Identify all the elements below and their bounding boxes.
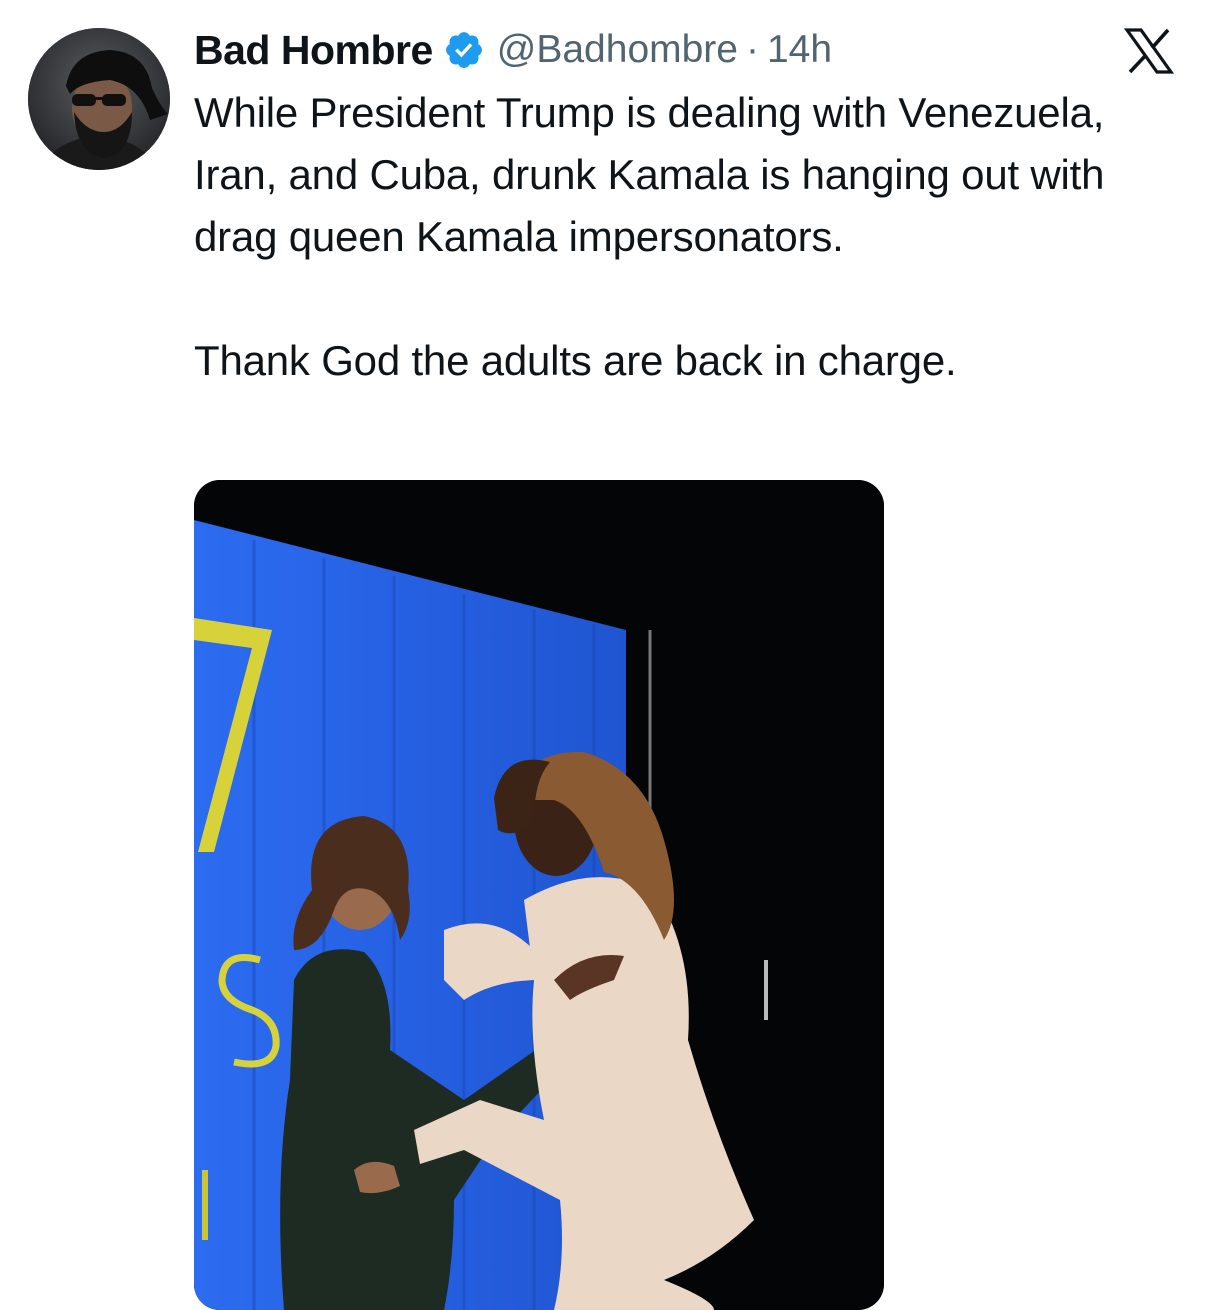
tweet-text-paragraph: Thank God the adults are back in charge. xyxy=(194,337,957,384)
tweet-body: While President Trump is dealing with Ve… xyxy=(194,82,1184,392)
x-logo-icon[interactable] xyxy=(1124,28,1174,74)
avatar-photo xyxy=(28,28,170,170)
author-handle[interactable]: @Badhombre xyxy=(497,28,738,72)
author-display-name[interactable]: Bad Hombre xyxy=(194,27,433,74)
author-avatar[interactable] xyxy=(28,28,170,170)
video-still-image xyxy=(194,480,884,1310)
tweet-media-video[interactable] xyxy=(194,480,884,1310)
tweet-text-paragraph: While President Trump is dealing with Ve… xyxy=(194,89,1105,260)
separator-dot: · xyxy=(745,28,759,71)
tweet-timestamp[interactable]: 14h xyxy=(767,28,832,72)
tweet-header: Bad Hombre @Badhombre · 14h xyxy=(194,24,832,76)
verified-badge-icon xyxy=(443,29,485,71)
